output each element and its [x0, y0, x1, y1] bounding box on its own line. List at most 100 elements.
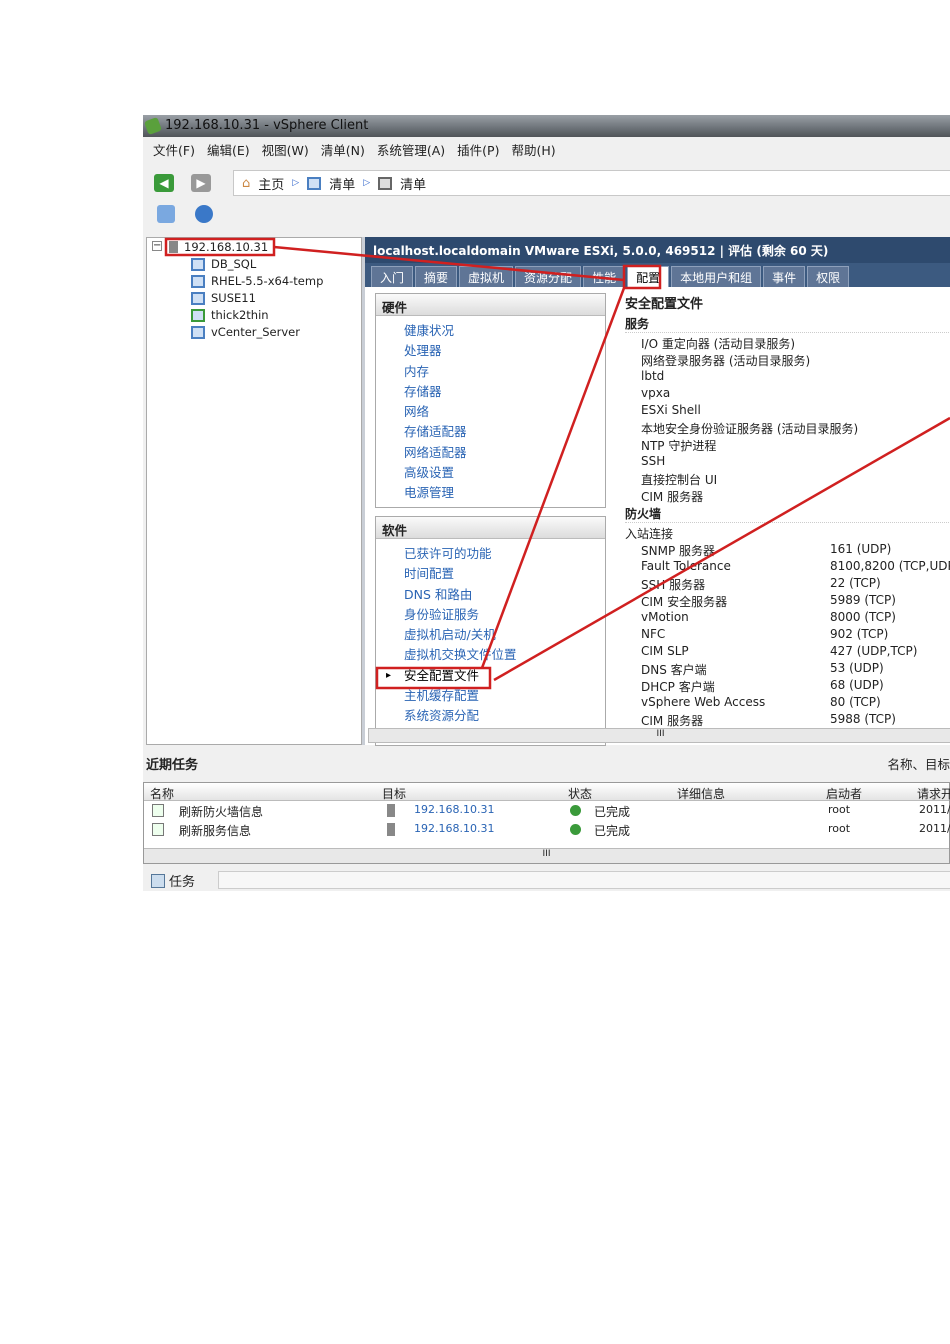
software-link[interactable]: 身份验证服务: [376, 605, 605, 625]
task-status: 已完成: [594, 805, 631, 819]
column-header[interactable]: 名称: [150, 785, 174, 802]
column-header[interactable]: 请求开: [917, 785, 950, 802]
breadcrumb-home[interactable]: 主页: [258, 174, 284, 193]
service-item: I/O 重定向器 (活动目录服务): [641, 337, 796, 351]
software-link[interactable]: 虚拟机交换文件位置: [376, 645, 605, 665]
tree-vm[interactable]: vCenter_Server: [191, 325, 300, 339]
host-label: 192.168.10.31: [184, 240, 269, 254]
service-item: ESXi Shell: [641, 403, 701, 417]
inbound-title: 入站连接: [625, 527, 674, 541]
hardware-link[interactable]: 高级设置: [376, 463, 605, 483]
hardware-link[interactable]: 网络: [376, 402, 605, 422]
tab-summary[interactable]: 摘要: [415, 266, 458, 287]
task-initiator: root: [828, 822, 851, 835]
firewall-rule: vSphere Web Access 80 (TCP): [625, 695, 950, 712]
software-section: 软件 已获许可的功能 时间配置 DNS 和路由 身份验证服务 虚拟机启动/关机 虚拟机交换…: [375, 516, 606, 746]
rule-name: DHCP 客户端: [641, 680, 715, 694]
rule-ports: 22 (TCP): [830, 576, 881, 590]
hardware-link[interactable]: 电源管理: [376, 483, 605, 503]
menu-plugins[interactable]: 插件(P): [457, 140, 499, 162]
tab-permissions[interactable]: 权限: [807, 266, 850, 287]
tasks-scrollbar[interactable]: III: [144, 848, 949, 863]
task-icon: [152, 804, 164, 817]
software-link[interactable]: 系统资源分配: [376, 706, 605, 726]
software-link[interactable]: 已获许可的功能: [376, 544, 605, 564]
task-target[interactable]: 192.168.10.31: [414, 822, 494, 835]
hardware-link[interactable]: 网络适配器: [376, 443, 605, 463]
firewall-rule: DNS 客户端 53 (UDP): [625, 661, 950, 678]
vm-label: vCenter_Server: [211, 325, 300, 339]
tab-performance[interactable]: 性能: [583, 266, 626, 287]
software-link[interactable]: 虚拟机启动/关机: [376, 625, 605, 645]
table-row[interactable]: 刷新防火墙信息 192.168.10.31 已完成 root 2011/: [144, 801, 950, 820]
firewall-rule: vMotion 8000 (TCP): [625, 610, 950, 627]
status-bar: 任务: [143, 867, 950, 890]
rule-ports: 80 (TCP): [830, 695, 881, 709]
tab-local-users[interactable]: 本地用户和组: [671, 266, 762, 287]
new-vm-icon[interactable]: [157, 205, 175, 223]
host-icon: [387, 804, 395, 817]
horizontal-scrollbar[interactable]: III: [368, 728, 950, 743]
hardware-link[interactable]: 内存: [376, 362, 605, 382]
rule-name: CIM 服务器: [641, 714, 704, 728]
service-item: 网络登录服务器 (活动目录服务): [641, 354, 811, 368]
task-target[interactable]: 192.168.10.31: [414, 803, 494, 816]
menu-admin[interactable]: 系统管理(A): [377, 140, 445, 162]
column-header[interactable]: 启动者: [826, 785, 862, 802]
rule-ports: 5988 (TCP): [830, 712, 896, 726]
breadcrumb-inventory[interactable]: 清单: [329, 174, 355, 193]
collapse-icon[interactable]: −: [152, 241, 162, 251]
rule-name: CIM 安全服务器: [641, 595, 728, 609]
software-link[interactable]: 主机缓存配置: [376, 686, 605, 706]
tasks-label: 任务: [169, 875, 196, 890]
tab-configuration[interactable]: 配置: [627, 266, 670, 287]
tree-vm[interactable]: RHEL-5.5-x64-temp: [191, 274, 323, 288]
software-link[interactable]: 安全配置文件: [376, 666, 605, 686]
recent-tasks-title: 近期任务: [146, 758, 199, 773]
tasks-icon: [151, 873, 165, 888]
breadcrumb-inventory-2[interactable]: 清单: [400, 174, 426, 193]
service-item: NTP 守护进程: [641, 439, 717, 453]
hardware-link[interactable]: 处理器: [376, 341, 605, 361]
tree-vm[interactable]: SUSE11: [191, 291, 256, 305]
task-filter-label[interactable]: 名称、目标: [887, 754, 950, 773]
forward-button[interactable]: ▶: [191, 174, 211, 192]
tree-vm[interactable]: thick2thin: [191, 308, 269, 322]
scroll-grip: III: [542, 849, 551, 859]
task-icon: [152, 823, 164, 836]
tree-vm[interactable]: DB_SQL: [191, 257, 256, 271]
menu-inventory[interactable]: 清单(N): [321, 140, 365, 162]
tree-host[interactable]: 192.168.10.31: [169, 240, 268, 254]
hardware-link[interactable]: 健康状况: [376, 321, 605, 341]
service-item: SSH: [641, 454, 666, 468]
tab-vms[interactable]: 虚拟机: [459, 266, 514, 287]
rule-name: vMotion: [641, 610, 689, 624]
menu-edit[interactable]: 编辑(E): [207, 140, 250, 162]
rule-ports: 161 (UDP): [830, 542, 892, 556]
hardware-link[interactable]: 存储器: [376, 382, 605, 402]
column-header[interactable]: 状态: [568, 785, 592, 802]
tab-events[interactable]: 事件: [763, 266, 806, 287]
hardware-link[interactable]: 存储适配器: [376, 422, 605, 442]
software-link[interactable]: 时间配置: [376, 564, 605, 584]
task-name: 刷新防火墙信息: [179, 805, 264, 819]
title-bar: 192.168.10.31 - vSphere Client: [143, 115, 950, 137]
menu-view[interactable]: 视图(W): [262, 140, 309, 162]
column-header[interactable]: 详细信息: [677, 785, 725, 802]
tab-resource-allocation[interactable]: 资源分配: [515, 266, 582, 287]
menu-help[interactable]: 帮助(H): [511, 140, 555, 162]
host-icon: [378, 176, 393, 190]
software-link[interactable]: DNS 和路由: [376, 585, 605, 605]
service-item: lbtd: [641, 369, 665, 383]
new-resource-icon[interactable]: [195, 205, 213, 223]
tab-getting-started[interactable]: 入门: [371, 266, 414, 287]
rule-name: SSH 服务器: [641, 578, 706, 592]
table-header: 名称 目标 状态 详细信息 启动者 请求开: [144, 783, 950, 802]
back-button[interactable]: ◀: [154, 174, 174, 192]
vm-icon: [191, 257, 205, 271]
tasks-button[interactable]: 任务: [151, 871, 195, 890]
host-icon: [169, 241, 178, 253]
menu-file[interactable]: 文件(F): [153, 140, 195, 162]
table-row[interactable]: 刷新服务信息 192.168.10.31 已完成 root 2011/: [144, 820, 950, 839]
column-header[interactable]: 目标: [382, 785, 406, 802]
